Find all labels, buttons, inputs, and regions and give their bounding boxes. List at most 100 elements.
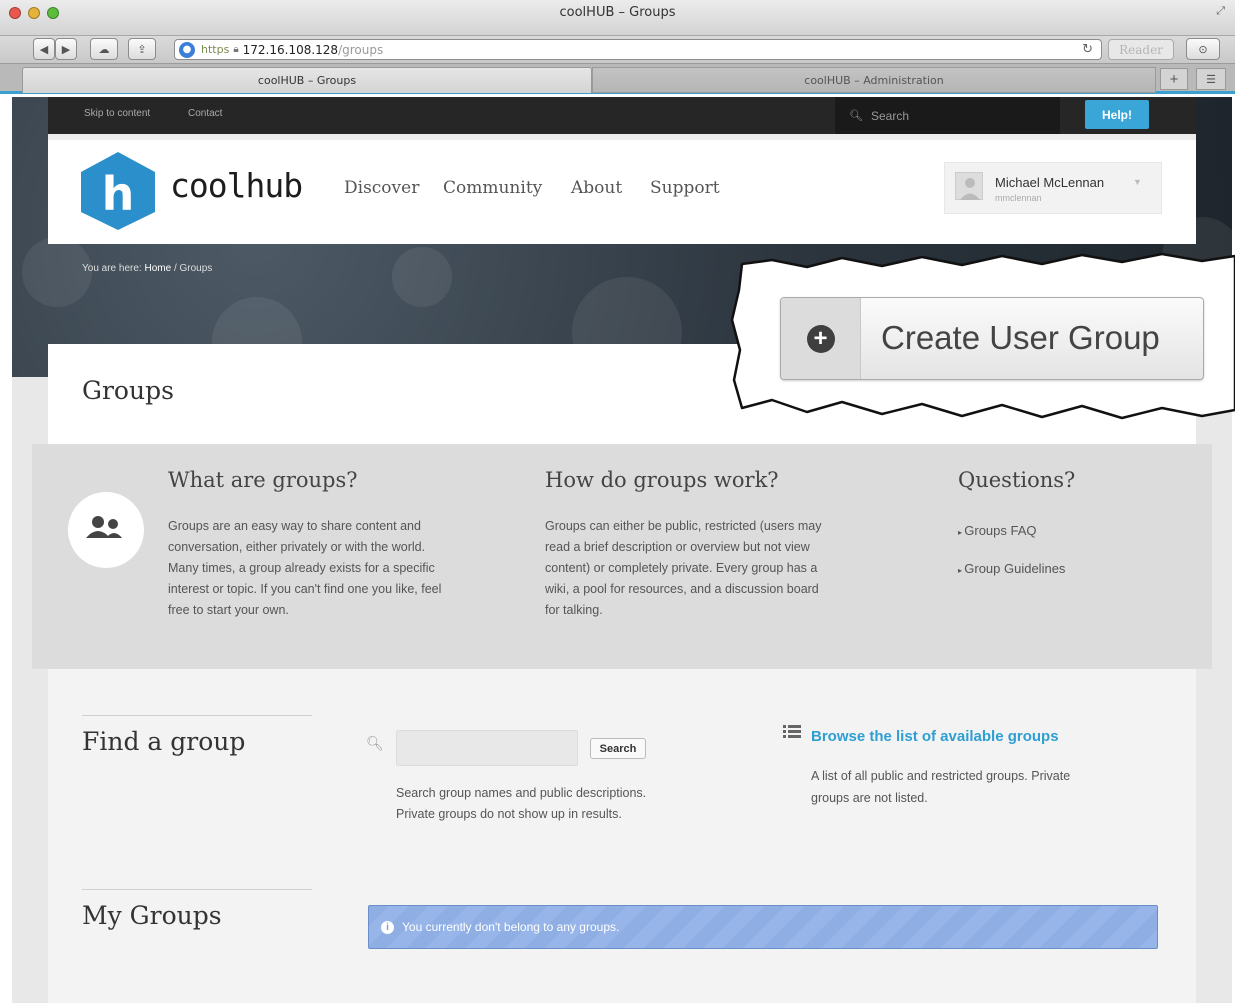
text-line: for talking.	[545, 603, 603, 617]
search-icon: 🔍︎	[849, 110, 863, 122]
search-help-text: Search group names and public descriptio…	[396, 783, 646, 825]
text-line: A list of all public and restricted grou…	[811, 769, 1071, 783]
groups-intro: What are groups? Groups are an easy way …	[32, 444, 1212, 669]
forward-button[interactable]: ▶	[55, 38, 77, 60]
link-label: Groups FAQ	[964, 523, 1037, 538]
share-icon: ⇪	[137, 43, 147, 56]
bokeh-light	[392, 247, 452, 307]
reload-icon[interactable]: ↻	[1082, 42, 1093, 57]
plus-circle-icon: +	[806, 324, 835, 353]
nav-about[interactable]: About	[571, 178, 622, 198]
url-host: 172.16.108.128	[242, 42, 339, 57]
site-search-placeholder: Search	[870, 108, 909, 123]
cloud-icon: ☁	[98, 43, 110, 56]
what-are-groups-heading: What are groups?	[168, 468, 358, 492]
what-are-groups-text: Groups are an easy way to share content …	[168, 516, 441, 621]
groups-main: Find a group 🔍︎ Search Search group name…	[48, 669, 1196, 1003]
text-line: wiki, a pool for resources, and a discus…	[545, 582, 819, 596]
divider	[82, 715, 312, 716]
text-line: Many times, a group already exists for a…	[168, 561, 435, 575]
text-line: Search group names and public descriptio…	[396, 786, 647, 800]
no-groups-alert: i You currently don't belong to any grou…	[368, 905, 1158, 949]
browser-toolbar: ◀ ▶ ☁ ⇪ ● https 🔒︎ 172.16.108.128 /group…	[0, 36, 1235, 64]
lock-icon: 🔒︎	[233, 44, 239, 55]
window-title: coolHUB – Groups	[559, 5, 676, 20]
help-button[interactable]: Help!	[1085, 100, 1149, 129]
breadcrumb-home-link[interactable]: Home	[144, 263, 171, 274]
text-line: free to start your own.	[168, 603, 289, 617]
reader-button[interactable]: Reader	[1108, 39, 1174, 60]
skip-to-content-link[interactable]: Skip to content	[84, 108, 150, 119]
avatar	[955, 172, 983, 200]
questions-heading: Questions?	[958, 468, 1076, 492]
utility-bar: Skip to content Contact 🔍︎ Search Help!	[48, 97, 1196, 134]
how-do-groups-work-heading: How do groups work?	[545, 468, 779, 492]
find-a-group-heading: Find a group	[82, 727, 246, 756]
plus-icon: +	[1169, 70, 1179, 88]
browse-groups-description: A list of all public and restricted grou…	[811, 765, 1141, 809]
logo-letter: h	[102, 167, 135, 221]
address-bar[interactable]: ● https 🔒︎ 172.16.108.128 /groups ↻	[174, 39, 1102, 60]
my-groups-heading: My Groups	[82, 901, 222, 930]
alert-text: You currently don't belong to any groups…	[402, 920, 620, 934]
breadcrumb: You are here: Home / Groups	[82, 263, 212, 274]
site-header: h coolhub Discover Community About Suppo…	[48, 134, 1196, 244]
chevron-down-icon: ▼	[1133, 177, 1142, 187]
share-button[interactable]: ⇪	[128, 38, 156, 60]
browse-groups-link[interactable]: Browse the list of available groups	[811, 728, 1059, 745]
user-menu[interactable]: Michael McLennan mmclennan ▼	[944, 162, 1162, 214]
people-icon	[68, 492, 144, 568]
info-icon: i	[381, 920, 394, 934]
globe-icon: ●	[179, 41, 195, 58]
user-name: Michael McLennan	[995, 175, 1105, 190]
fullscreen-icon[interactable]: ⤢	[1216, 5, 1225, 18]
add-icon-container: +	[781, 298, 861, 379]
icloud-tabs-button[interactable]: ☁	[90, 38, 118, 60]
window-titlebar: coolHUB – Groups ⤢	[0, 0, 1235, 36]
contact-link[interactable]: Contact	[188, 108, 222, 119]
logo-wordmark[interactable]: coolhub	[170, 166, 303, 205]
group-guidelines-link[interactable]: ▸ Group Guidelines	[958, 561, 1065, 576]
list-icon	[783, 725, 801, 739]
divider	[82, 889, 312, 890]
text-line: Private groups do not show up in results…	[396, 807, 622, 821]
search-icon: 🔍︎	[366, 735, 384, 751]
tab-bar: coolHUB – Groups coolHUB – Administratio…	[0, 64, 1235, 94]
search-button[interactable]: Search	[590, 738, 646, 759]
link-label: Group Guidelines	[964, 561, 1066, 576]
downloads-icon: ⊙	[1198, 43, 1208, 56]
text-line: content) or completely private. Every gr…	[545, 561, 818, 575]
text-line: interest or topic. If you can't find one…	[168, 582, 442, 596]
text-line: Groups can either be public, restricted …	[545, 519, 822, 533]
create-user-group-label: Create User Group	[881, 319, 1160, 356]
downloads-button[interactable]: ⊙	[1186, 38, 1220, 60]
site-search-input[interactable]: 🔍︎ Search	[835, 97, 1060, 134]
tab-grid-icon: ☰	[1206, 73, 1216, 86]
groups-faq-link[interactable]: ▸ Groups FAQ	[958, 523, 1037, 538]
tab-overview-button[interactable]: ☰	[1196, 68, 1226, 90]
page-viewport: Skip to content Contact 🔍︎ Search Help! …	[12, 97, 1232, 1003]
text-line: conversation, either privately or with t…	[168, 540, 426, 554]
breadcrumb-current: Groups	[179, 263, 213, 274]
breadcrumb-prefix: You are here:	[82, 263, 142, 274]
url-path: /groups	[338, 42, 384, 57]
tab-groups[interactable]: coolHUB – Groups	[22, 67, 592, 93]
nav-support[interactable]: Support	[650, 178, 720, 198]
back-arrow-icon: ◀	[39, 43, 49, 56]
url-protocol: https	[201, 43, 230, 56]
create-user-group-button[interactable]: + Create User Group	[780, 297, 1204, 380]
back-button[interactable]: ◀	[33, 38, 55, 60]
page-title: Groups	[82, 376, 174, 405]
how-do-groups-work-text: Groups can either be public, restricted …	[545, 516, 822, 621]
nav-discover[interactable]: Discover	[344, 178, 419, 198]
group-search-input[interactable]	[396, 730, 578, 766]
new-tab-button[interactable]: +	[1160, 68, 1188, 90]
nav-community[interactable]: Community	[443, 178, 542, 198]
coolhub-logo-icon[interactable]: h	[78, 150, 158, 232]
text-line: Groups are an easy way to share content …	[168, 519, 421, 533]
tab-administration[interactable]: coolHUB – Administration	[592, 67, 1156, 93]
breadcrumb-separator: /	[173, 263, 177, 274]
text-line: read a brief description or overview but…	[545, 540, 810, 554]
user-login: mmclennan	[995, 193, 1042, 203]
forward-arrow-icon: ▶	[61, 43, 71, 56]
